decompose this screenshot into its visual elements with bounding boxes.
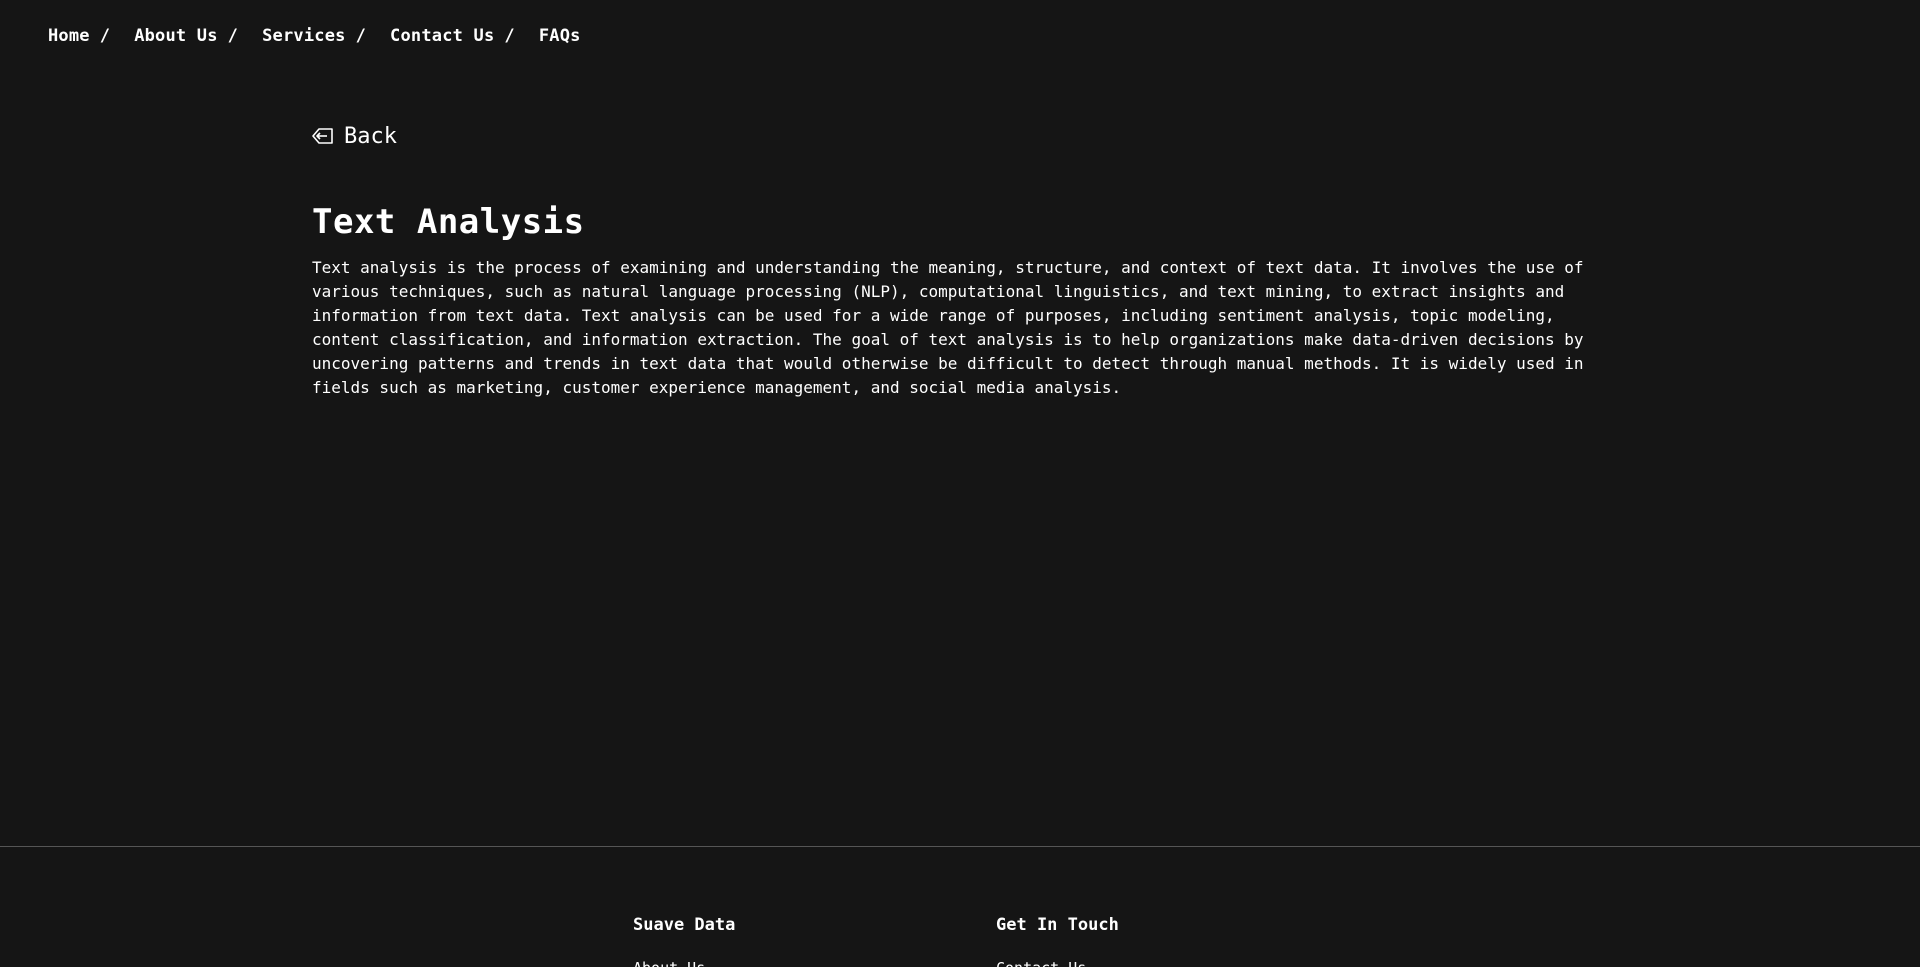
back-arrow-icon [312,125,334,147]
footer-link-about-us[interactable]: About Us [633,957,735,967]
nav-separator: / [99,26,111,46]
nav-link-services[interactable]: Services [262,26,345,46]
nav-item-faqs: FAQs [539,26,581,46]
back-button[interactable]: Back [312,120,397,152]
nav-item-contact-us: Contact Us / [390,26,539,46]
footer-heading: Suave Data [633,915,736,935]
nav-link-about-us[interactable]: About Us [134,26,217,46]
main-content: Back Text Analysis Text analysis is the … [312,120,1592,400]
back-label: Back [344,123,397,149]
footer-column-suave-data: Suave Data About Us [633,913,735,967]
page: Home / About Us / Services / Contact Us … [0,0,1920,967]
nav-separator: / [227,26,239,46]
nav-item-about-us: About Us / [134,26,262,46]
nav-item-home: Home / [48,26,134,46]
nav-link-home[interactable]: Home [48,26,90,46]
footer: Suave Data About Us Get In Touch Contact… [0,847,1920,967]
footer-link-contact-us[interactable]: Contact Us [996,957,1119,967]
footer-heading: Get In Touch [996,915,1119,935]
nav-item-services: Services / [262,26,390,46]
nav-separator: / [504,26,515,46]
article-body: Text analysis is the process of examinin… [312,258,1584,397]
footer-column-get-in-touch: Get In Touch Contact Us [996,913,1119,967]
nav-link-faqs[interactable]: FAQs [539,26,581,46]
nav-link-contact-us[interactable]: Contact Us [390,26,494,46]
nav-separator: / [355,26,367,46]
top-nav: Home / About Us / Services / Contact Us … [48,24,581,48]
page-title: Text Analysis [312,202,585,242]
